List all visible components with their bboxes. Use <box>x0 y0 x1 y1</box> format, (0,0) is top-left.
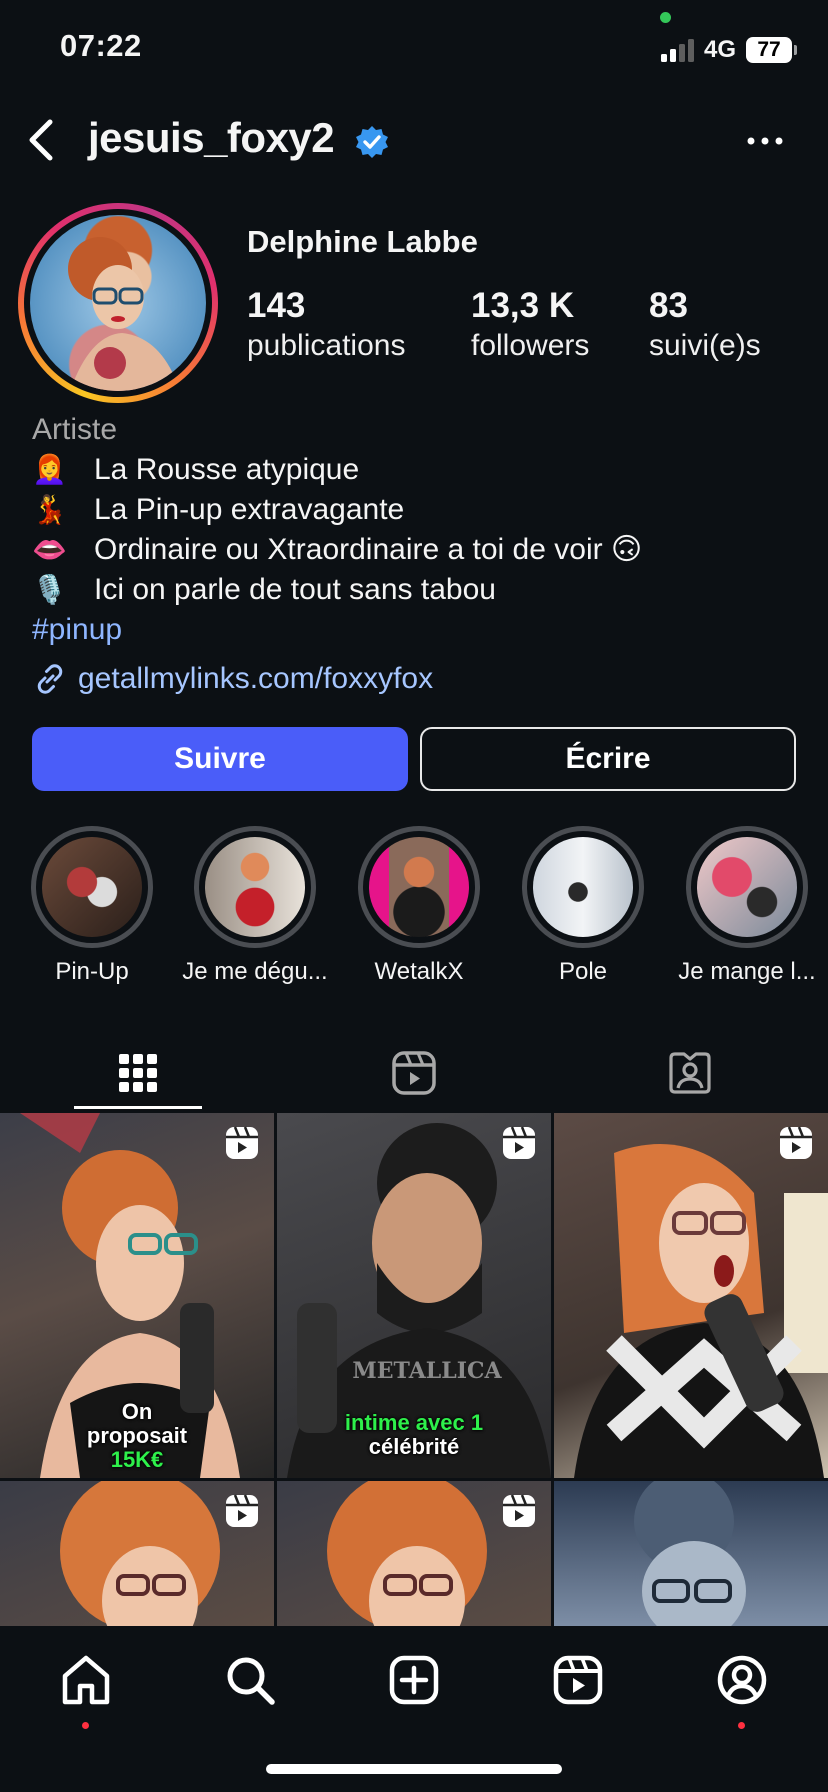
create-post-icon[interactable] <box>384 1650 444 1710</box>
highlight-item[interactable]: WetalkX <box>344 826 494 986</box>
home-notification-dot <box>82 1722 89 1729</box>
bio-hashtag-link[interactable]: #pinup <box>32 610 802 650</box>
profile-username: jesuis_foxy2 <box>88 114 335 161</box>
highlight-item[interactable]: Je mange l... <box>672 826 822 986</box>
stat-following[interactable]: 83 suivi(e)s <box>649 284 761 364</box>
home-indicator <box>266 1764 562 1774</box>
stat-value: 143 <box>247 286 306 325</box>
active-tab-indicator <box>74 1106 202 1109</box>
verified-badge-icon <box>356 126 388 158</box>
bio-line: 👄 Ordinaire ou Xtraordinaire a toi de voi… <box>32 530 802 570</box>
profile-category: Artiste <box>32 413 118 446</box>
tab-reels[interactable] <box>276 1034 552 1112</box>
bio-emoji: 💃 <box>32 494 67 525</box>
stat-publications[interactable]: 143 publications <box>247 284 405 364</box>
highlight-label: Pin-Up <box>55 958 129 985</box>
highlight-cover <box>697 837 797 937</box>
status-time: 07:22 <box>60 28 142 63</box>
battery-level: 77 <box>757 38 781 61</box>
profile-notification-dot <box>738 1722 745 1729</box>
profile-bio: Artiste 👩‍🦰 La Rousse atypique 💃 La Pin-up… <box>32 410 802 650</box>
avatar-photo <box>30 215 206 391</box>
tab-posts-grid[interactable] <box>0 1034 276 1112</box>
message-button[interactable]: Écrire <box>420 727 796 791</box>
network-type: 4G <box>703 36 736 63</box>
stat-label: publications <box>247 329 406 362</box>
tab-tagged[interactable] <box>552 1034 828 1112</box>
highlight-item[interactable]: Pin-Up <box>17 826 167 986</box>
highlight-label: Je mange l... <box>678 958 816 985</box>
caption-line: proposait <box>86 1423 188 1448</box>
stat-followers[interactable]: 13,3 K followers <box>471 284 589 364</box>
post-caption: On proposait 15K€ <box>0 1400 274 1472</box>
status-indicators: 4G 77 <box>660 34 797 66</box>
bio-emoji: 🎙️ <box>32 574 67 605</box>
profile-avatar[interactable] <box>18 203 218 403</box>
caption-line: 15K€ <box>110 1447 164 1472</box>
profile-full-name: Delphine Labbe <box>247 224 478 259</box>
bio-emoji: 👩‍🦰 <box>32 454 67 485</box>
tagged-user-icon <box>669 1052 711 1094</box>
highlight-cover <box>369 837 469 937</box>
highlight-label: WetalkX <box>374 958 464 985</box>
reel-badge-icon <box>226 1126 258 1159</box>
post-thumbnail[interactable] <box>554 1113 828 1478</box>
reel-badge-icon <box>503 1126 535 1159</box>
follow-button[interactable]: Suivre <box>32 727 408 791</box>
reels-nav-icon[interactable] <box>548 1650 608 1710</box>
reels-icon <box>392 1051 436 1095</box>
back-icon[interactable] <box>22 112 62 168</box>
highlight-cover <box>533 837 633 937</box>
bio-text: Ordinaire ou Xtraordinaire a toi de voir… <box>94 533 643 566</box>
more-options-icon[interactable] <box>740 124 790 158</box>
highlight-label: Je me dégu... <box>182 958 328 985</box>
reel-badge-icon <box>780 1126 812 1159</box>
reel-badge-icon <box>503 1494 535 1527</box>
caption-line: célébrité <box>368 1434 460 1459</box>
post-thumbnail[interactable]: On proposait 15K€ <box>0 1113 274 1478</box>
bio-text: La Rousse atypique <box>94 453 360 486</box>
reel-badge-icon <box>226 1494 258 1527</box>
stat-label: followers <box>471 329 590 362</box>
stat-label: suivi(e)s <box>649 329 761 362</box>
profile-external-link[interactable]: getallmylinks.com/foxxyfox <box>32 661 433 697</box>
post-thumbnail[interactable] <box>554 1481 828 1626</box>
search-icon[interactable] <box>220 1650 280 1710</box>
profile-icon[interactable] <box>712 1650 772 1710</box>
highlight-item[interactable]: Pole <box>508 826 658 986</box>
post-image <box>634 1481 746 1626</box>
link-icon <box>37 664 63 694</box>
link-text: getallmylinks.com/foxxyfox <box>78 662 434 695</box>
highlight-item[interactable]: Je me dégu... <box>180 826 330 986</box>
bio-text: La Pin-up extravagante <box>94 493 405 526</box>
highlight-cover <box>205 837 305 937</box>
signal-icon <box>660 38 694 62</box>
battery-icon: 77 <box>746 37 797 63</box>
post-thumbnail[interactable]: METALLICA intime avec 1 célébrité <box>277 1113 551 1478</box>
post-caption: intime avec 1 célébrité <box>277 1411 551 1459</box>
post-thumbnail[interactable] <box>277 1481 551 1626</box>
home-icon[interactable] <box>56 1650 116 1710</box>
bio-line: 👩‍🦰 La Rousse atypique <box>32 450 802 490</box>
stat-value: 83 <box>649 286 688 325</box>
caption-line: On <box>121 1399 153 1424</box>
stat-value: 13,3 K <box>471 286 575 325</box>
camera-indicator-dot <box>660 12 671 23</box>
bio-line: 💃 La Pin-up extravagante <box>32 490 802 530</box>
post-image <box>574 1144 828 1478</box>
highlight-label: Pole <box>558 958 608 985</box>
bio-line: 🎙️ Ici on parle de tout sans tabou <box>32 570 802 610</box>
post-thumbnail[interactable] <box>0 1481 274 1626</box>
grid-icon <box>119 1054 157 1092</box>
caption-line: intime avec 1 <box>344 1410 484 1435</box>
svg-text:METALLICA: METALLICA <box>352 1358 502 1384</box>
highlight-cover <box>42 837 142 937</box>
bio-emoji: 👄 <box>32 534 67 565</box>
bio-text: Ici on parle de tout sans tabou <box>94 573 496 606</box>
